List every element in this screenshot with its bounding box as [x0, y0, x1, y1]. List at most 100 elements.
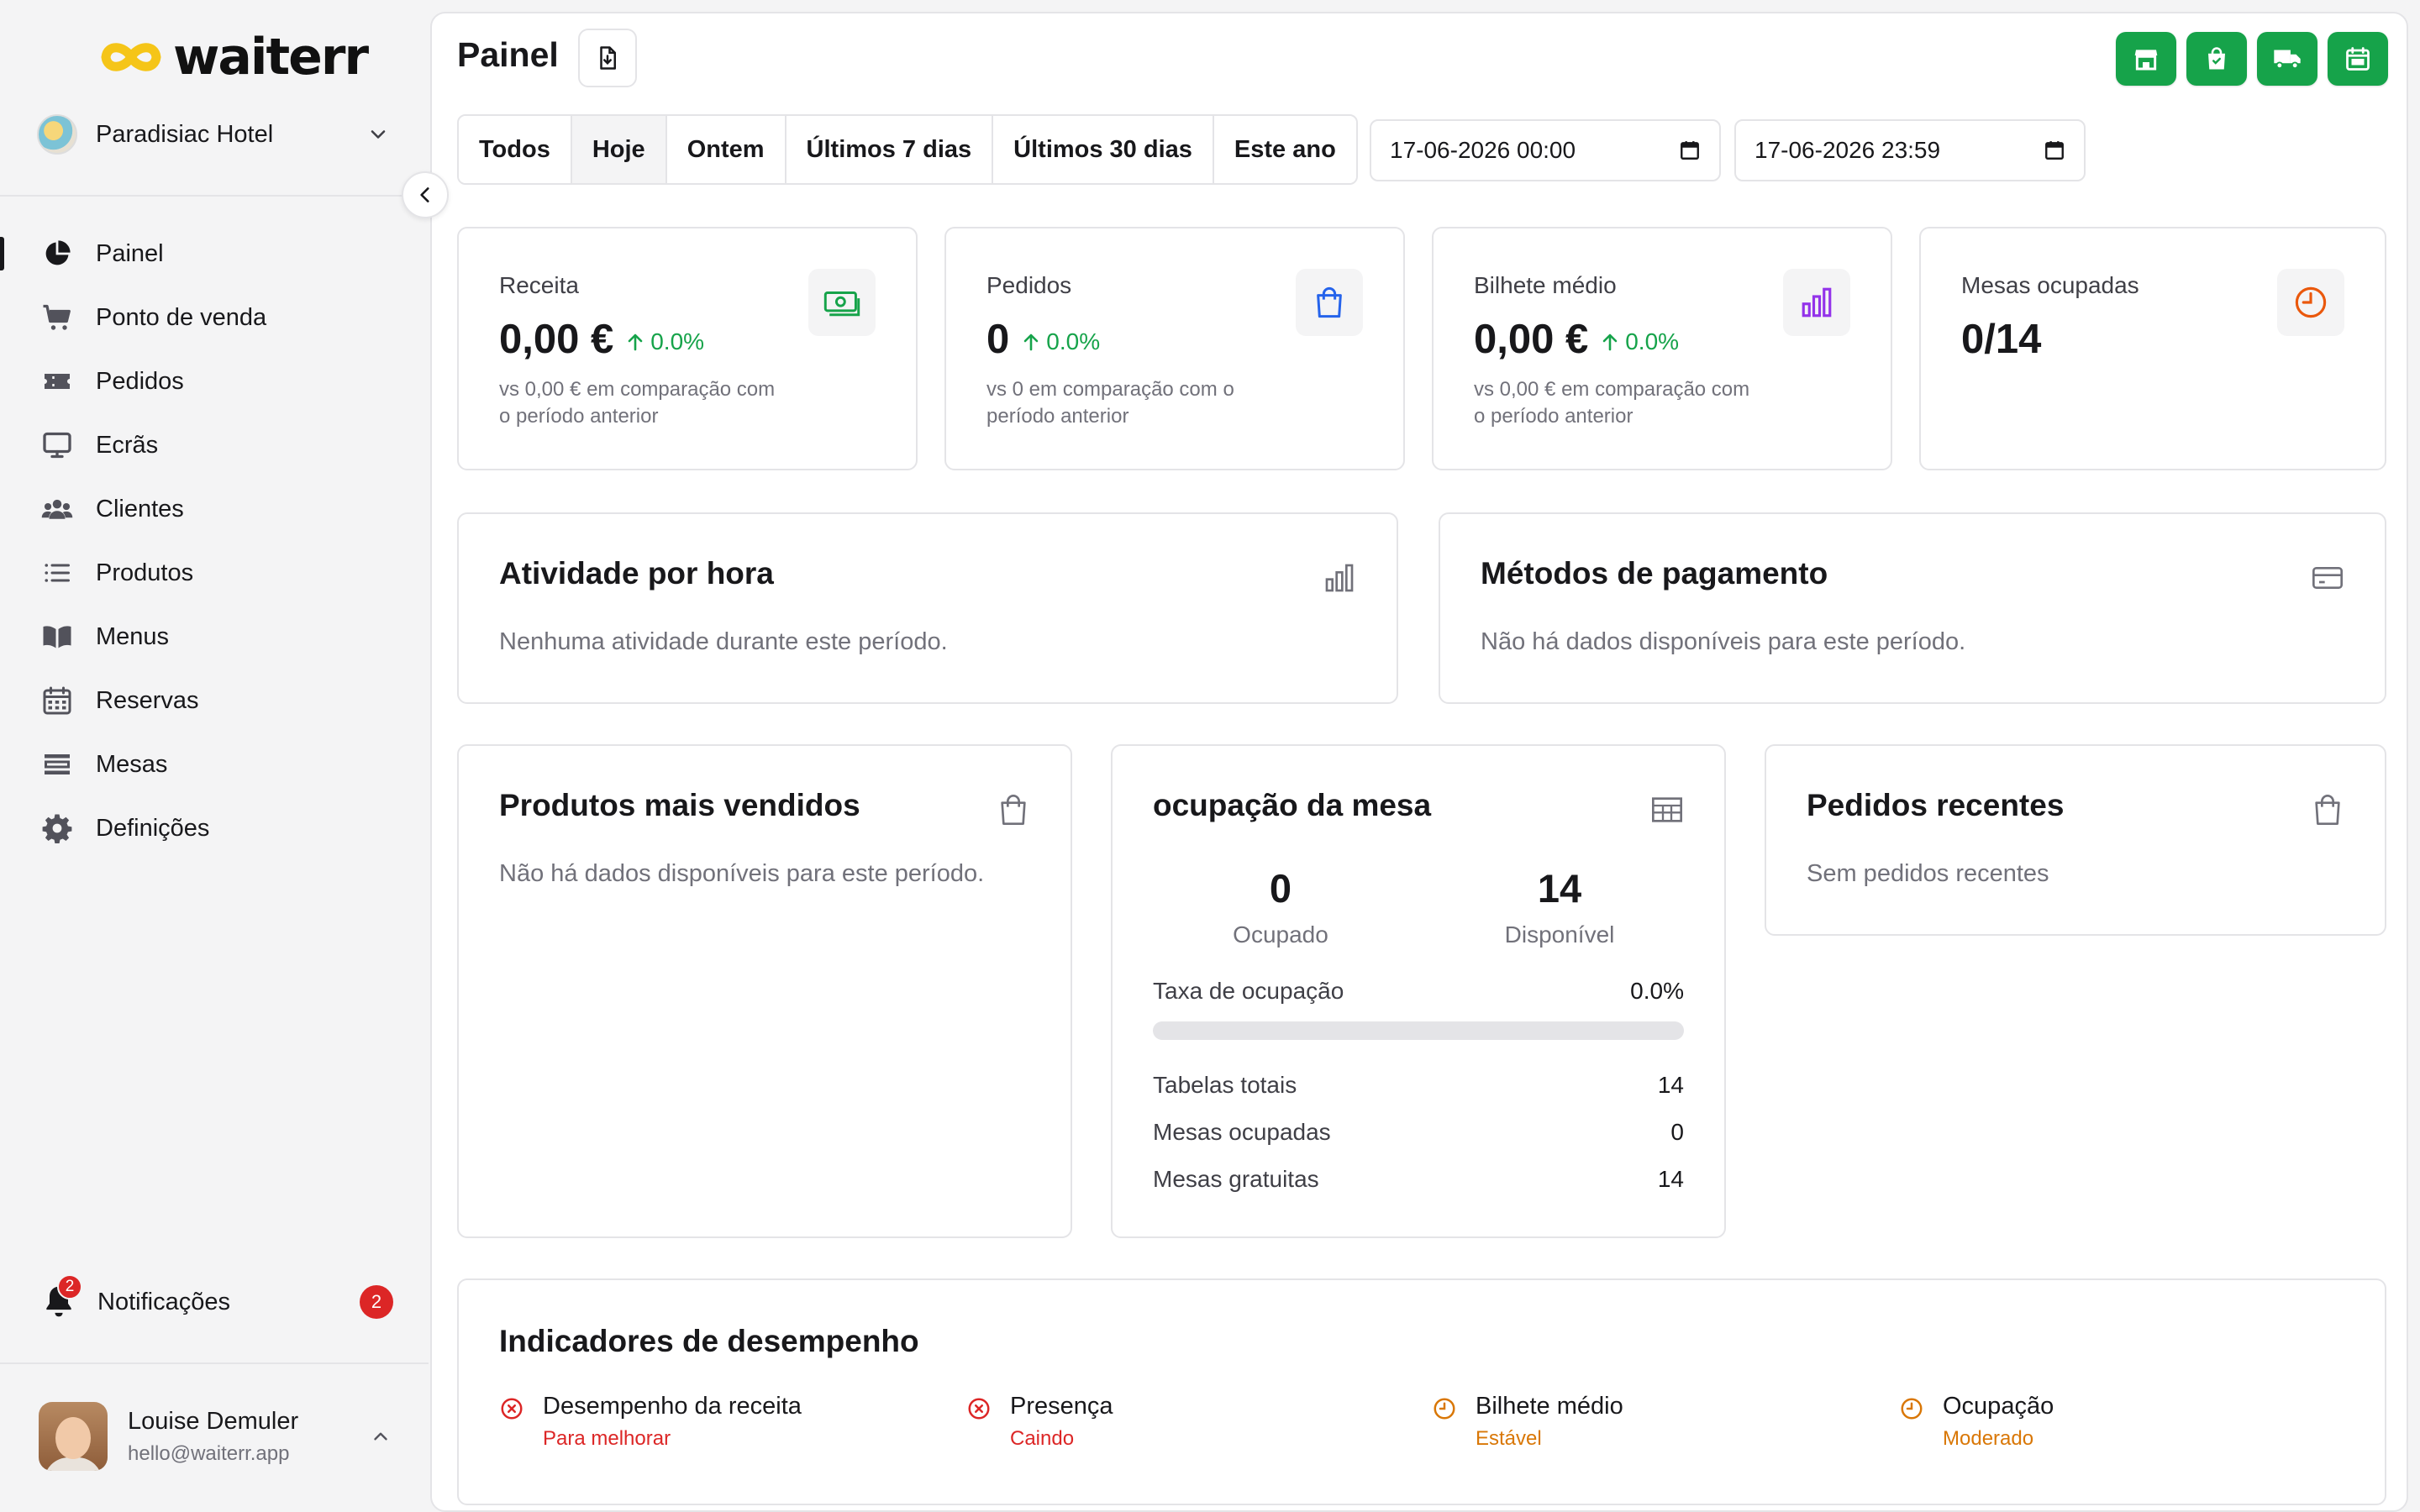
- infinity-logo-icon: [101, 43, 161, 71]
- x-circle-icon: [501, 1398, 523, 1420]
- indicator-occupancy: Ocupação Moderado: [1899, 1393, 2054, 1451]
- export-button[interactable]: [578, 29, 637, 87]
- sidebar-item-ponto-de-venda[interactable]: Ponto de venda: [0, 286, 429, 349]
- range-ontem[interactable]: Ontem: [666, 116, 786, 183]
- delivery-button[interactable]: [2257, 32, 2317, 86]
- sidebar-item-ecras[interactable]: Ecrãs: [0, 413, 429, 477]
- end-date-input[interactable]: 17-06-2026 23:59: [1734, 119, 2086, 181]
- arrow-up-icon: [628, 333, 643, 351]
- bell-icon: 2: [40, 1274, 82, 1321]
- sidebar-item-label: Definições: [96, 814, 210, 842]
- shopping-bag-icon: [1001, 795, 1026, 825]
- kpi-delta: 0.0%: [1021, 328, 1100, 355]
- shopping-bag-icon: [1296, 269, 1363, 336]
- kpi-delta: 0.0%: [625, 328, 704, 355]
- arrow-up-icon: [1023, 333, 1039, 351]
- performance-indicators-panel: Indicadores de desempenho Desempenho da …: [457, 1278, 2386, 1505]
- table-grid-icon: [1652, 797, 1682, 822]
- clock-icon: [2277, 269, 2344, 336]
- store-button[interactable]: [2116, 32, 2176, 86]
- sidebar-item-reservas[interactable]: Reservas: [0, 669, 429, 732]
- collapse-sidebar-button[interactable]: [402, 171, 449, 218]
- range-last-30-days[interactable]: Últimos 30 dias: [993, 116, 1214, 183]
- occupancy-row: Mesas gratuitas 14: [1153, 1166, 1684, 1193]
- row-label: Mesas gratuitas: [1153, 1166, 1319, 1192]
- range-last-7-days[interactable]: Últimos 7 dias: [786, 116, 994, 183]
- kpi-delta: 0.0%: [1600, 328, 1679, 355]
- brand-name: waiterr: [173, 28, 369, 87]
- store-icon: [2134, 50, 2158, 71]
- user-name: Louise Demuler: [128, 1407, 299, 1435]
- kpi-card-orders: Pedidos 0 0.0% vs 0 em comparação com o …: [944, 227, 1405, 470]
- clock-icon: [1434, 1398, 1455, 1420]
- sidebar-item-label: Ponto de venda: [96, 303, 267, 331]
- sidebar-item-menus[interactable]: Menus: [0, 605, 429, 669]
- sidebar-item-label: Mesas: [96, 750, 168, 778]
- monitor-icon: [40, 428, 74, 462]
- sidebar-item-mesas[interactable]: Mesas: [0, 732, 429, 796]
- kpi-value: 0,00 €: [1474, 317, 1589, 362]
- sidebar-item-label: Ecrãs: [96, 431, 159, 459]
- indicator-title: Bilhete médio: [1476, 1393, 1623, 1420]
- sidebar-item-produtos[interactable]: Produtos: [0, 541, 429, 605]
- empty-state: Sem pedidos recentes: [1807, 860, 2049, 887]
- kpi-card-revenue: Receita 0,00 € 0.0% vs 0,00 € em compara…: [457, 227, 918, 470]
- sidebar-divider: [0, 195, 429, 197]
- row-value: 0: [1670, 1119, 1684, 1145]
- panel-title: ocupação da mesa: [1153, 788, 1432, 822]
- cart-icon: [40, 301, 74, 334]
- occupied-count: 0: [1269, 866, 1292, 911]
- new-order-button[interactable]: [2186, 32, 2247, 86]
- occupancy-rate-row: Taxa de ocupação 0.0%: [1153, 978, 1684, 1005]
- clock-icon: [1901, 1398, 1923, 1420]
- shopping-bag-icon: [2315, 795, 2340, 825]
- avatar: [39, 1402, 108, 1471]
- dashboard-main: Painel Todos Hoje Ontem Últimos 7 dias Ú…: [430, 12, 2408, 1512]
- quick-actions: [2116, 32, 2388, 86]
- occupancy-row: Mesas ocupadas 0: [1153, 1119, 1684, 1146]
- sidebar-item-definicoes[interactable]: Definições: [0, 796, 429, 860]
- occupancy-rate-value: 0.0%: [1630, 978, 1684, 1004]
- kpi-value: 0/14: [1961, 317, 2042, 362]
- sidebar-item-painel[interactable]: Painel: [0, 222, 429, 286]
- shopping-bag-icon: [2208, 47, 2225, 70]
- indicator-title: Ocupação: [1943, 1393, 2054, 1420]
- user-menu[interactable]: Louise Demuler hello@waiterr.app: [39, 1401, 392, 1472]
- notifications-link[interactable]: 2 Notificações 2: [40, 1274, 393, 1329]
- hourly-activity-panel: Atividade por hora Nenhuma atividade dur…: [457, 512, 1398, 704]
- venue-selector[interactable]: Paradisiac Hotel: [37, 109, 390, 160]
- occupied-label: Ocupado: [1233, 921, 1328, 948]
- empty-state: Não há dados disponíveis para este perío…: [1481, 628, 1966, 655]
- available-label: Disponível: [1504, 921, 1615, 948]
- available-count: 14: [1537, 866, 1582, 911]
- file-download-icon: [600, 46, 616, 70]
- range-hoje[interactable]: Hoje: [571, 116, 667, 183]
- sidebar-item-clientes[interactable]: Clientes: [0, 477, 429, 541]
- truck-icon: [2274, 50, 2301, 70]
- bar-chart-icon: [1783, 269, 1850, 336]
- kpi-card-average-ticket: Bilhete médio 0,00 € 0.0% vs 0,00 € em c…: [1432, 227, 1892, 470]
- payment-methods-panel: Métodos de pagamento Não há dados dispon…: [1439, 512, 2386, 704]
- brand-logo[interactable]: waiterr: [99, 28, 369, 87]
- indicator-status: Estável: [1476, 1427, 1542, 1450]
- book-icon: [40, 620, 74, 654]
- sidebar-item-label: Painel: [96, 239, 164, 267]
- sidebar-item-pedidos[interactable]: Pedidos: [0, 349, 429, 413]
- calendar-icon: [40, 684, 74, 717]
- reservation-button[interactable]: [2328, 32, 2388, 86]
- row-label: Tabelas totais: [1153, 1072, 1297, 1098]
- x-circle-icon: [968, 1398, 990, 1420]
- range-this-year[interactable]: Este ano: [1213, 116, 1356, 183]
- users-icon: [40, 492, 74, 526]
- indicator-title: Desempenho da receita: [543, 1393, 802, 1420]
- occupancy-progress-bar: [1153, 1021, 1684, 1040]
- credit-card-icon: [2312, 567, 2343, 589]
- end-date-value: 17-06-2026 23:59: [1754, 137, 1941, 163]
- sidebar: waiterr Paradisiac Hotel Painel Ponto de…: [0, 0, 429, 1512]
- recent-orders-panel: Pedidos recentes Sem pedidos recentes: [1765, 744, 2386, 936]
- chevron-down-icon: [371, 130, 386, 139]
- range-todos[interactable]: Todos: [459, 116, 572, 183]
- start-date-input[interactable]: 17-06-2026 00:00: [1370, 119, 1721, 181]
- venue-avatar: [37, 114, 77, 155]
- list-icon: [40, 556, 74, 590]
